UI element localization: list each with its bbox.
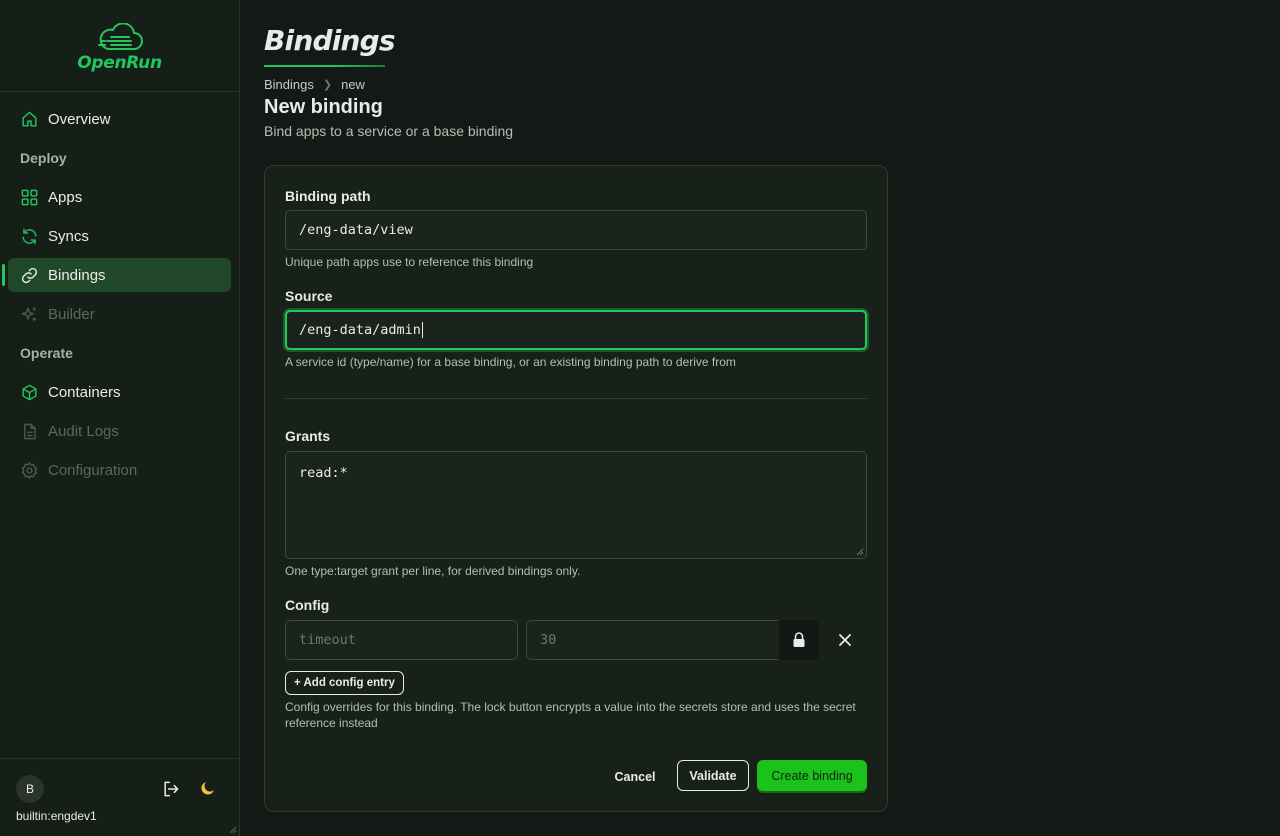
sidebar-nav: Overview Deploy Apps Syncs Bindings Buil…	[2, 102, 231, 492]
sidebar-footer: B builtin:engdev1	[0, 758, 239, 836]
sidebar-item-label: Builder	[48, 305, 95, 323]
source-label: Source	[285, 288, 333, 304]
sidebar-item-label: Audit Logs	[48, 422, 119, 440]
config-value-input[interactable]: 30	[526, 620, 780, 660]
link-icon	[21, 267, 38, 283]
sidebar-item-label: Apps	[48, 188, 83, 206]
logo-text: OpenRun	[77, 52, 162, 73]
sidebar-item-label: Containers	[48, 383, 121, 401]
sidebar-item-overview[interactable]: Overview	[8, 102, 231, 136]
divider	[285, 398, 867, 399]
heading-underline	[264, 65, 385, 67]
sidebar-section-deploy: Deploy	[20, 150, 67, 166]
binding-path-label: Binding path	[285, 188, 371, 204]
sidebar-section-operate: Operate	[20, 345, 73, 361]
create-binding-button[interactable]: Create binding	[757, 760, 867, 791]
source-hint: A service id (type/name) for a base bind…	[285, 355, 736, 369]
sidebar-item-label: Overview	[48, 110, 111, 128]
chevron-right-icon: ❯	[322, 79, 333, 91]
validate-button[interactable]: Validate	[677, 760, 749, 791]
cloud-logo-icon	[97, 22, 143, 50]
config-key-input[interactable]: timeout	[285, 620, 518, 660]
config-hint: Config overrides for this binding. The l…	[285, 700, 856, 730]
breadcrumb-item-bindings[interactable]: Bindings	[264, 77, 314, 92]
grid-icon	[21, 189, 38, 205]
sidebar-item-audit-logs[interactable]: Audit Logs	[8, 414, 231, 448]
cancel-button[interactable]: Cancel	[605, 762, 665, 792]
cube-icon	[22, 384, 37, 400]
logo[interactable]: OpenRun	[0, 0, 239, 92]
remove-config-button[interactable]	[835, 630, 855, 650]
sidebar-item-builder[interactable]: Builder	[8, 297, 231, 331]
avatar[interactable]: B	[16, 775, 44, 803]
gear-icon	[21, 461, 38, 479]
close-icon	[839, 634, 851, 646]
sidebar-item-apps[interactable]: Apps	[8, 180, 231, 214]
config-value-placeholder: 30	[540, 632, 557, 648]
lock-icon	[793, 632, 805, 647]
document-icon	[24, 423, 36, 439]
sidebar-item-configuration[interactable]: Configuration	[8, 453, 231, 487]
sidebar-item-label: Configuration	[48, 461, 138, 479]
sidebar: OpenRun Overview Deploy Apps Syncs Bindi…	[0, 0, 240, 836]
binding-form: Binding path /eng-data/view Unique path …	[264, 165, 888, 812]
binding-path-value: /eng-data/view	[299, 222, 413, 238]
main-content: Bindings Bindings ❯ new New binding Bind…	[240, 0, 1280, 836]
page-title: New binding	[264, 96, 383, 118]
config-key-placeholder: timeout	[299, 632, 356, 648]
username: builtin:engdev1	[16, 809, 97, 823]
breadcrumb-item-current: new	[341, 77, 365, 92]
grants-hint: One type:target grant per line, for deri…	[285, 564, 581, 578]
page-subtitle: Bind apps to a service or a base binding	[264, 123, 514, 139]
resize-grip-icon[interactable]	[229, 826, 237, 834]
moon-icon[interactable]	[199, 779, 217, 797]
grants-value: read:*	[299, 465, 348, 481]
grants-label: Grants	[285, 428, 331, 444]
sidebar-item-label: Syncs	[48, 227, 89, 245]
config-label: Config	[285, 597, 330, 613]
add-config-entry-button[interactable]: + Add config entry	[285, 671, 404, 695]
sparkle-icon	[21, 306, 36, 321]
home-icon	[22, 111, 37, 127]
grants-textarea[interactable]: read:*	[285, 451, 867, 559]
text-caret	[421, 322, 423, 338]
page-heading: Bindings	[264, 24, 396, 57]
sidebar-item-label: Bindings	[48, 266, 106, 284]
sidebar-item-syncs[interactable]: Syncs	[8, 219, 231, 253]
sidebar-item-containers[interactable]: Containers	[8, 375, 231, 409]
resize-grip-icon[interactable]	[856, 548, 864, 556]
encrypt-lock-button[interactable]	[779, 620, 819, 660]
source-input[interactable]: /eng-data/admin	[285, 310, 867, 350]
source-value: /eng-data/admin	[299, 322, 421, 338]
refresh-icon	[22, 228, 37, 244]
breadcrumb: Bindings ❯ new	[264, 77, 365, 92]
binding-path-hint: Unique path apps use to reference this b…	[285, 255, 534, 269]
logout-icon[interactable]	[161, 779, 181, 799]
sidebar-item-bindings[interactable]: Bindings	[2, 258, 231, 292]
binding-path-input[interactable]: /eng-data/view	[285, 210, 867, 250]
